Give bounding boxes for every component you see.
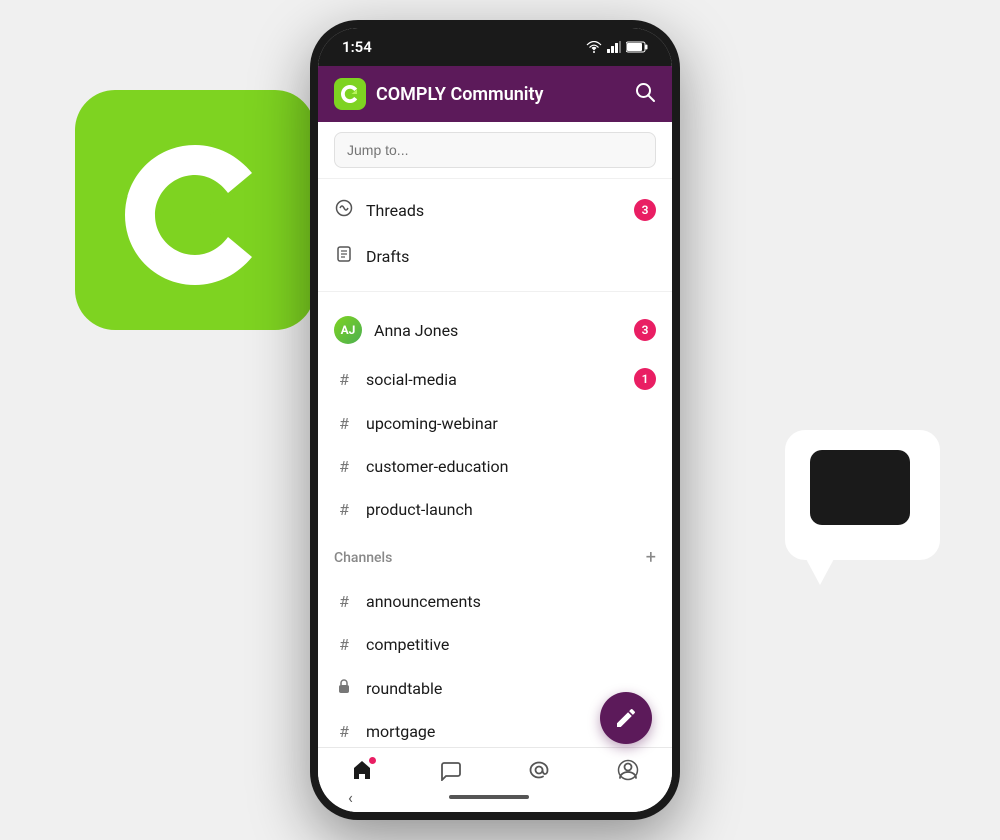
status-time: 1:54 [342,38,372,56]
app-logo-large [90,105,300,315]
hash-icon-competitive: # [334,635,354,654]
threads-badge: 3 [634,199,656,221]
status-bar: 1:54 [318,28,672,66]
lock-icon-roundtable [334,678,354,698]
app-header: COMPLY Community [318,66,672,122]
hash-icon-social-media: # [334,370,354,389]
phone-device: 1:54 [310,20,680,820]
divider-1 [318,291,672,292]
signal-icon [607,41,621,53]
dm-section: AJ Anna Jones 3 # social-media 1 # upcom… [318,296,672,539]
threads-label: Threads [366,201,622,220]
home-indicator [449,795,529,799]
battery-icon [626,41,648,53]
drafts-menu-item[interactable]: Drafts [318,233,672,279]
header-logo [334,78,366,110]
channel-announcements[interactable]: # announcements [318,580,672,623]
social-media-label: social-media [366,370,622,389]
status-icons [586,41,648,53]
compose-icon [614,706,638,730]
add-channel-button[interactable]: + [646,547,656,568]
customer-education-label: customer-education [366,457,656,476]
product-launch-label: product-launch [366,500,656,519]
hash-icon-announcements: # [334,592,354,611]
search-icon[interactable] [634,81,656,108]
channel-competitive[interactable]: # competitive [318,623,672,666]
drafts-label: Drafts [366,247,656,266]
header-title: COMPLY Community [376,84,624,105]
competitive-label: competitive [366,635,656,654]
home-notification-dot [369,757,376,764]
back-button[interactable]: ‹ [348,788,353,807]
search-bar-container [318,122,672,179]
drafts-icon [334,245,354,267]
hash-icon-product-launch: # [334,500,354,519]
channels-label: Channels [334,550,646,566]
upcoming-webinar-label: upcoming-webinar [366,414,656,433]
wifi-icon [586,41,602,53]
hash-icon-webinar: # [334,414,354,433]
jump-to-input[interactable] [334,132,656,168]
channels-section-header: Channels + [318,539,672,572]
announcements-label: announcements [366,592,656,611]
phone-bottom-bar: ‹ [318,782,672,812]
social-media-badge: 1 [634,368,656,390]
channel-customer-education[interactable]: # customer-education [318,445,672,488]
anna-jones-avatar: AJ [334,316,362,344]
channel-social-media[interactable]: # social-media 1 [318,356,672,402]
threads-icon [334,199,354,221]
anna-jones-badge: 3 [634,319,656,341]
anna-jones-label: Anna Jones [374,321,622,340]
channel-upcoming-webinar[interactable]: # upcoming-webinar [318,402,672,445]
threads-drafts-section: Threads 3 Drafts [318,179,672,287]
compose-fab-button[interactable] [600,692,652,744]
threads-menu-item[interactable]: Threads 3 [318,187,672,233]
channel-product-launch[interactable]: # product-launch [318,488,672,531]
chat-bubble-decoration [785,430,940,560]
dm-anna-jones[interactable]: AJ Anna Jones 3 [318,304,672,356]
hash-icon-customer-edu: # [334,457,354,476]
hash-icon-mortgage: # [334,722,354,741]
